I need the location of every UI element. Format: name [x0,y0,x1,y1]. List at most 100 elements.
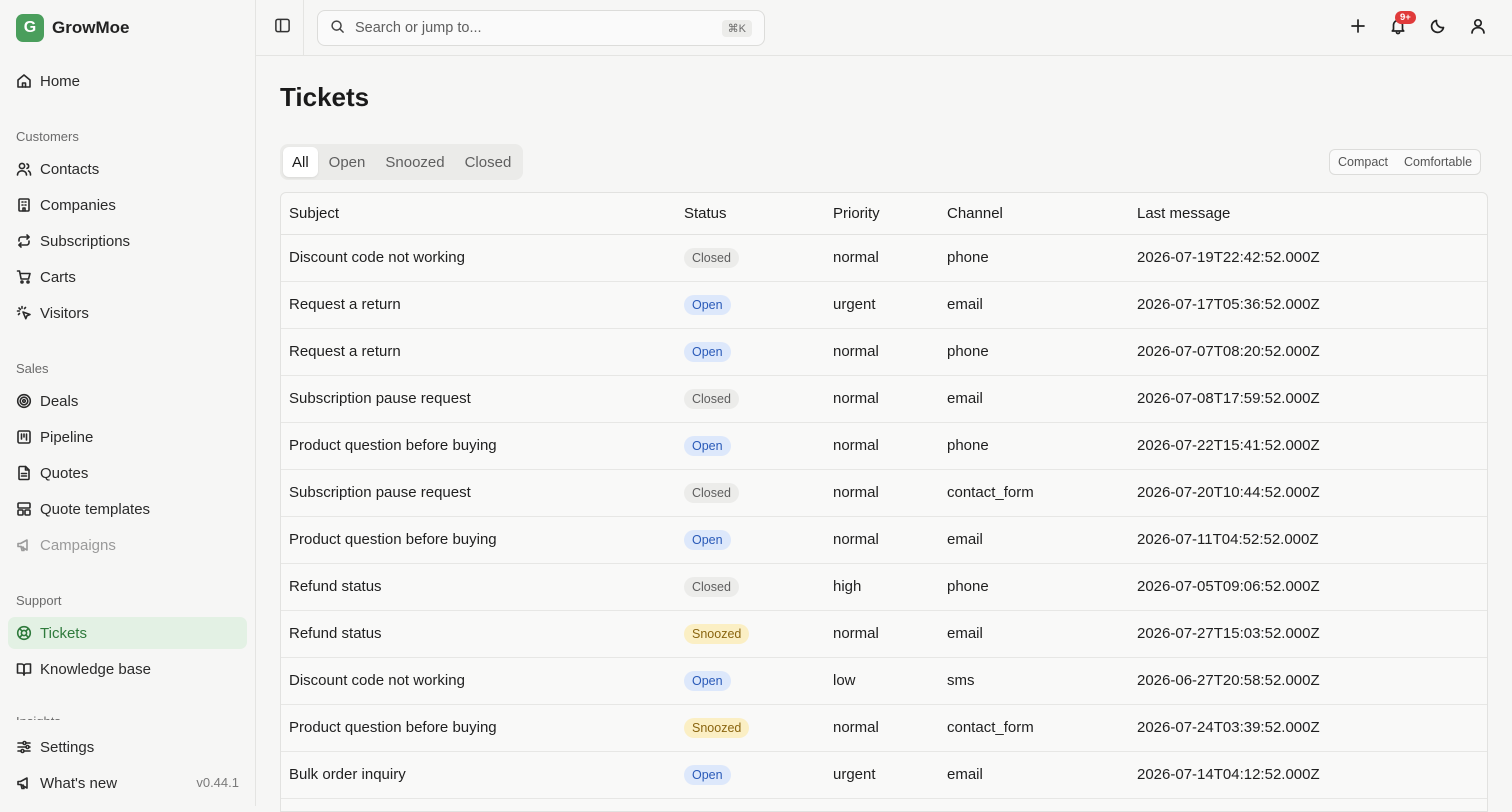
table-row[interactable]: Subscription pause request Closed normal em… [281,375,1487,423]
cell-status: Snoozed [676,610,825,658]
density-compact-button[interactable]: Compact [1330,155,1396,169]
sidebar-item-label: Home [40,72,81,90]
status-badge: Open [684,435,731,456]
sidebar-item-knowledge-base[interactable]: Knowledge base [8,653,247,685]
table-row[interactable]: Request a return Open normal phone 2026-07-0… [281,328,1487,376]
building-icon [16,197,32,213]
cell-last-message: 2026-07-20T10:44:52.000Z [1129,469,1487,517]
status-badge: Closed [684,388,739,409]
cell-last-message: 2026-07-22T15:41:52.000Z [1129,422,1487,470]
sidebar-item-deals[interactable]: Deals [8,385,247,417]
sidebar-item-pipeline[interactable]: Pipeline [8,421,247,453]
cell-channel: email [939,375,1129,423]
column-header-channel[interactable]: Channel [939,193,1129,235]
column-header-subject[interactable]: Subject [281,193,676,235]
search-input[interactable]: Search or jump to... ⌘K [317,10,765,46]
sidebar-item-label: Quotes [40,464,89,482]
sidebar-toggle-button[interactable] [272,16,292,38]
table-row[interactable]: Product question before buying Open normal… [281,516,1487,564]
cell-priority: high [825,563,939,611]
sidebar-item-carts[interactable]: Carts [8,261,247,293]
status-badge: Closed [684,482,739,503]
sidebar-item-visitors[interactable]: Visitors [8,297,247,329]
panel-left-icon [274,17,291,38]
cell-status: Open [676,751,825,799]
brand-logo: G [16,14,44,42]
sidebar-item-label: Carts [40,268,76,286]
sidebar-item-companies[interactable]: Companies [8,189,247,221]
search-icon [330,19,345,38]
status-badge: Open [684,670,731,691]
page-title: Tickets [280,82,370,112]
status-badge: Snoozed [684,717,750,738]
table-row[interactable]: Refund status Closed high phone 2026-07-05T0… [281,563,1487,611]
cell-channel: email [939,281,1129,329]
table-row[interactable]: Bulk order inquiry Open urgent email 2026-07… [281,751,1487,799]
cell-last-message: 2026-07-19T22:42:52.000Z [1129,234,1487,282]
tab-open[interactable]: Open [320,147,375,177]
column-header-status[interactable]: Status [676,193,825,235]
sidebar-item-label: Contacts [40,160,100,178]
density-comfortable-button[interactable]: Comfortable [1396,155,1480,169]
user-menu-button[interactable] [1466,16,1490,40]
nav-section-customers: Customers [16,129,79,144]
cell-subject: Discount code not working [281,657,676,705]
cell-subject: Subscription pause request [281,469,676,517]
table-row[interactable]: Discount code not working Open low sms 2026-… [281,657,1487,705]
cart-icon [16,269,32,285]
sidebar-item-contacts[interactable]: Contacts [8,153,247,185]
theme-toggle-button[interactable] [1426,16,1450,40]
cell-priority: urgent [825,751,939,799]
sidebar-item-home[interactable]: Home [8,65,247,97]
column-header-last-message[interactable]: Last message [1129,193,1487,235]
cell-channel: phone [939,234,1129,282]
cell-subject: Product question before buying [281,516,676,564]
tab-snoozed[interactable]: Snoozed [376,147,453,177]
table-row[interactable]: Product question before buying Snoozed nor… [281,704,1487,752]
brand[interactable]: G GrowMoe [16,14,129,42]
sidebar-item-label: What's new [40,774,118,792]
cell-status: Open [676,328,825,376]
repeat-icon [16,233,32,249]
cell-status: Closed [676,563,825,611]
cell-channel: phone [939,328,1129,376]
sidebar-item-label: Deals [40,392,79,410]
create-button[interactable] [1346,16,1370,40]
cell-priority: normal [825,516,939,564]
cell-status: Open [676,422,825,470]
table-row[interactable]: Discount code not working Closed normal pho… [281,234,1487,282]
table-row[interactable]: Refund status Snoozed normal email 2026-07-2… [281,610,1487,658]
cell-status: Closed [676,234,825,282]
cell-status: Closed [676,469,825,517]
tab-closed[interactable]: Closed [456,147,521,177]
sidebar-item-label: Settings [40,738,95,756]
table-row[interactable]: Request a return Open urgent email 2026-07-1… [281,281,1487,329]
table-row[interactable]: Product question before buying Open normal… [281,422,1487,470]
tickets-table: Subject Status Priority Channel Last mes… [280,192,1488,812]
status-badge: Closed [684,576,739,597]
sidebar-item-campaigns[interactable]: Campaigns [8,529,247,561]
cell-channel: email [939,516,1129,564]
cell-subject: Product question before buying [281,704,676,752]
users-icon [16,161,32,177]
plus-icon [1349,17,1367,39]
sidebar-item-settings[interactable]: Settings [8,731,247,763]
life-buoy-icon [16,625,32,641]
brand-name: GrowMoe [52,18,130,37]
tab-all[interactable]: All [283,147,318,177]
cell-status: Open [676,516,825,564]
table-row[interactable]: Subscription pause request Closed normal co… [281,469,1487,517]
search-placeholder: Search or jump to... [355,20,482,36]
cell-priority: normal [825,469,939,517]
sidebar-item-label: Subscriptions [40,232,131,250]
sidebar-item-subscriptions[interactable]: Subscriptions [8,225,247,257]
sidebar-item-label: Knowledge base [40,660,151,678]
cell-channel: contact_form [939,704,1129,752]
cell-last-message: 2026-07-17T05:36:52.000Z [1129,281,1487,329]
column-header-priority[interactable]: Priority [825,193,939,235]
sidebar-item-quotes[interactable]: Quotes [8,457,247,489]
cell-subject: Subscription pause request [281,375,676,423]
sidebar-item-quote-templates[interactable]: Quote templates [8,493,247,525]
sidebar-item-label: Companies [40,196,116,214]
sidebar-item-tickets[interactable]: Tickets [8,617,247,649]
